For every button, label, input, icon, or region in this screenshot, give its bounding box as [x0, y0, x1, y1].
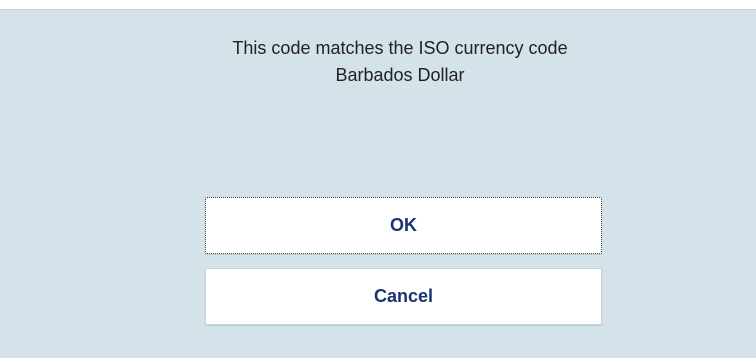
top-strip	[0, 0, 756, 10]
dialog-message-line1: This code matches the ISO currency code	[232, 38, 568, 58]
confirmation-dialog: This code matches the ISO currency code …	[0, 10, 756, 358]
ok-button[interactable]: OK	[205, 197, 602, 254]
dialog-message-line2: Barbados Dollar	[335, 65, 465, 85]
cancel-button[interactable]: Cancel	[205, 268, 602, 325]
